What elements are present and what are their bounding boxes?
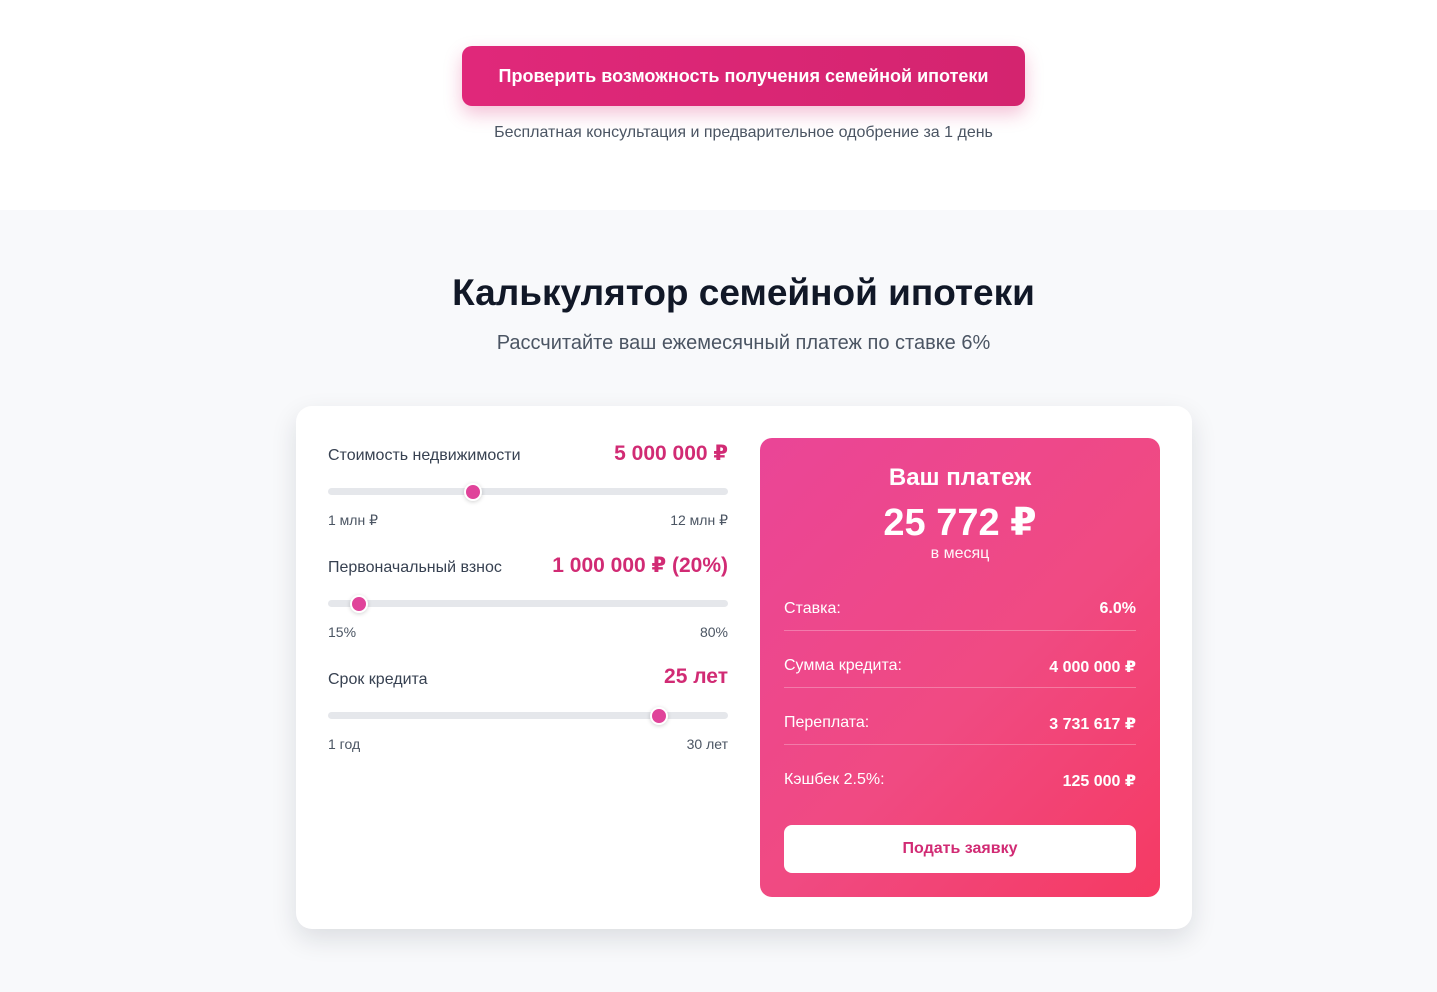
loan-term-slider-thumb[interactable] bbox=[650, 707, 669, 725]
property-price-field: Стоимость недвижимости 5 000 000 ₽ 1 млн… bbox=[328, 438, 728, 538]
loan-term-value: 25 лет bbox=[664, 665, 728, 688]
property-price-value: 5 000 000 ₽ bbox=[614, 442, 728, 465]
property-price-slider-track[interactable] bbox=[328, 483, 728, 501]
monthly-payment-amount: 25 772 ₽ bbox=[883, 502, 1037, 544]
calculator-card: Стоимость недвижимости 5 000 000 ₽ 1 млн… bbox=[296, 406, 1192, 929]
loan-term-min-label: 1 год bbox=[328, 736, 361, 752]
calculator-section: Калькулятор семейной ипотеки Рассчитайте… bbox=[0, 210, 1437, 992]
down-payment-max-label: 80% bbox=[699, 624, 728, 640]
property-price-slider-thumb[interactable] bbox=[464, 483, 483, 501]
down-payment-slider-track[interactable] bbox=[328, 595, 728, 613]
overpayment-row: Переплата: 3 731 617 ₽ bbox=[784, 714, 1136, 745]
down-payment-field: Первоначальный взнос 1 000 000 ₽ (20%) 1… bbox=[328, 550, 728, 650]
loan-term-slider-track[interactable] bbox=[328, 707, 728, 725]
rate-label: Ставка: bbox=[784, 600, 841, 617]
loan-term-label: Срок кредита bbox=[328, 671, 428, 688]
cashback-label: Кэшбек 2.5%: bbox=[784, 771, 885, 788]
overpayment-value: 3 731 617 ₽ bbox=[1049, 716, 1136, 733]
loan-term-field: Срок кредита 25 лет 1 год 30 лет bbox=[328, 662, 728, 762]
check-family-mortgage-button[interactable]: Проверить возможность получения семейной… bbox=[462, 46, 1025, 106]
calculator-title: Калькулятор семейной ипотеки bbox=[452, 272, 1035, 313]
payment-period: в месяц bbox=[930, 545, 990, 562]
cta-section: Проверить возможность получения семейной… bbox=[0, 0, 1437, 210]
property-price-min-label: 1 млн ₽ bbox=[328, 512, 378, 528]
loan-amount-row: Сумма кредита: 4 000 000 ₽ bbox=[784, 657, 1136, 688]
cta-note: Бесплатная консультация и предварительно… bbox=[494, 124, 993, 141]
loan-term-max-label: 30 лет bbox=[686, 736, 728, 752]
loan-amount-label: Сумма кредита: bbox=[784, 657, 902, 674]
cashback-value: 125 000 ₽ bbox=[1062, 773, 1136, 790]
cashback-row: Кэшбек 2.5%: 125 000 ₽ bbox=[784, 771, 1136, 802]
overpayment-label: Переплата: bbox=[784, 714, 870, 731]
apply-button[interactable]: Подать заявку bbox=[784, 825, 1136, 873]
rate-value: 6.0% bbox=[1099, 600, 1136, 617]
loan-amount-value: 4 000 000 ₽ bbox=[1049, 659, 1136, 676]
down-payment-min-label: 15% bbox=[328, 624, 357, 640]
property-price-max-label: 12 млн ₽ bbox=[670, 512, 728, 528]
property-price-label: Стоимость недвижимости bbox=[328, 447, 521, 464]
down-payment-value: 1 000 000 ₽ (20%) bbox=[552, 554, 728, 577]
rate-row: Ставка: 6.0% bbox=[784, 600, 1136, 631]
payment-result-panel: Ваш платеж 25 772 ₽ в месяц Ставка: 6.0%… bbox=[760, 438, 1160, 897]
payment-title: Ваш платеж bbox=[888, 464, 1032, 491]
down-payment-slider-thumb[interactable] bbox=[349, 595, 368, 613]
down-payment-label: Первоначальный взнос bbox=[328, 559, 502, 576]
calculator-subtitle: Рассчитайте ваш ежемесячный платеж по ст… bbox=[496, 332, 991, 354]
